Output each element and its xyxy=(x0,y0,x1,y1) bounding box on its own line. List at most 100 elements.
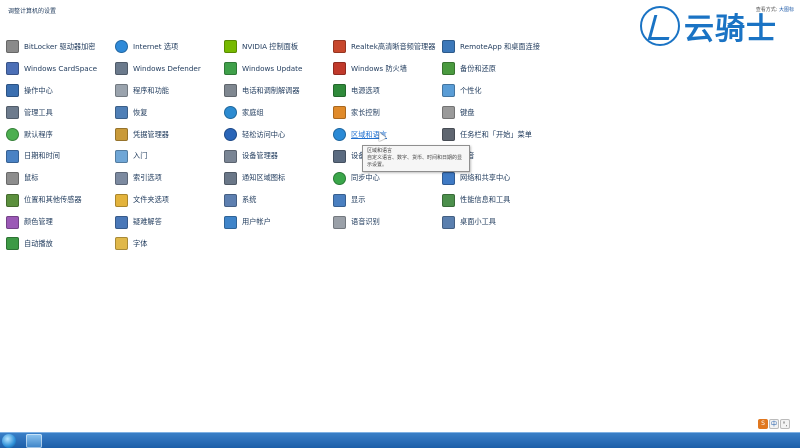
control-panel-item-label: BitLocker 驱动器加密 xyxy=(24,41,96,51)
taskbar xyxy=(0,432,800,448)
ease-access-icon xyxy=(224,128,237,141)
keyboard-icon xyxy=(442,106,455,120)
control-panel-item[interactable]: 家长控制 xyxy=(333,102,442,124)
control-panel-item[interactable]: 索引选项 xyxy=(115,167,224,189)
control-panel-item[interactable]: 位置和其他传感器 xyxy=(6,189,115,211)
control-panel-item[interactable]: 操作中心 xyxy=(6,80,115,102)
control-panel-item-label: 电源选项 xyxy=(351,85,380,95)
control-panel-item[interactable]: 入门 xyxy=(115,145,224,167)
control-panel-item[interactable]: 电源选项 xyxy=(333,80,442,102)
start-button[interactable] xyxy=(2,434,16,448)
ime-chinese-mode[interactable]: 中 xyxy=(769,419,779,429)
ime-s-icon[interactable]: S xyxy=(758,419,768,429)
phone-icon xyxy=(224,84,237,98)
control-panel-item-label: 位置和其他传感器 xyxy=(24,195,82,205)
sync-icon xyxy=(333,171,346,185)
control-panel-item[interactable]: 语音识别 xyxy=(333,211,442,233)
control-panel-item-label: 设备管理器 xyxy=(242,151,278,161)
control-panel-item[interactable]: 备份和还原 xyxy=(442,58,551,80)
globe-icon xyxy=(115,40,128,54)
tooltip: 区域和语言 自定义语言、数字、货币、时间和日期的显示设置。 xyxy=(362,145,470,172)
device-manager-icon xyxy=(224,149,237,163)
getting-started-icon xyxy=(115,149,128,163)
control-panel-item-label: 系统 xyxy=(242,195,257,205)
control-panel-item[interactable]: 显示 xyxy=(333,189,442,211)
index-icon xyxy=(115,171,128,185)
control-panel-item[interactable]: Windows CardSpace xyxy=(6,58,115,80)
control-panel-item[interactable]: 家庭组 xyxy=(224,102,333,124)
control-panel-item-label: 索引选项 xyxy=(133,173,162,183)
control-panel-item[interactable]: 自动播放 xyxy=(6,233,115,255)
control-panel-item-label: 鼠标 xyxy=(24,173,39,183)
control-panel-item-label: NVIDIA 控制面板 xyxy=(242,41,299,51)
control-panel-item[interactable]: 管理工具 xyxy=(6,102,115,124)
control-panel-item[interactable]: 凭据管理器 xyxy=(115,124,224,146)
control-panel-item[interactable]: 个性化 xyxy=(442,80,551,102)
control-panel-item[interactable]: 日期和时间 xyxy=(6,145,115,167)
control-panel-item[interactable]: 区域和语言 xyxy=(333,124,442,146)
watermark: 云骑士 xyxy=(640,4,777,48)
control-panel-item[interactable]: 用户帐户 xyxy=(224,211,333,233)
control-panel-item[interactable]: 任务栏和「开始」菜单 xyxy=(442,124,551,146)
control-panel-item[interactable]: 键盘 xyxy=(442,102,551,124)
control-panel-item[interactable]: 鼠标 xyxy=(6,167,115,189)
update-icon xyxy=(224,62,237,76)
homegroup-icon xyxy=(224,106,237,120)
control-panel-item[interactable]: RemoteApp 和桌面连接 xyxy=(442,36,551,58)
control-panel-item-label: 颜色管理 xyxy=(24,217,53,227)
control-panel-item[interactable]: Windows Update xyxy=(224,58,333,80)
tooltip-title: 区域和语言 xyxy=(367,148,393,154)
control-panel-item[interactable]: 程序和功能 xyxy=(115,80,224,102)
control-panel-item-label: 操作中心 xyxy=(24,85,53,95)
control-panel-item-label: 通知区域图标 xyxy=(242,173,286,183)
control-panel-item-label: 键盘 xyxy=(460,107,475,117)
firewall-icon xyxy=(333,62,346,76)
control-panel-item[interactable]: 通知区域图标 xyxy=(224,167,333,189)
control-panel-item[interactable]: Internet 选项 xyxy=(115,36,224,58)
default-programs-icon xyxy=(6,128,19,141)
control-panel-item-label: Windows Defender xyxy=(133,64,201,74)
programs-icon xyxy=(115,84,128,98)
control-panel-item-label: 恢复 xyxy=(133,107,148,117)
control-panel-item-label: Internet 选项 xyxy=(133,41,179,51)
control-panel-item[interactable]: 恢复 xyxy=(115,102,224,124)
control-panel-item[interactable]: NVIDIA 控制面板 xyxy=(224,36,333,58)
control-panel-item[interactable]: 性能信息和工具 xyxy=(442,189,551,211)
control-panel-item[interactable]: Windows Defender xyxy=(115,58,224,80)
control-panel-item-label: 家庭组 xyxy=(242,107,264,117)
ime-punctuation-mode[interactable]: °, xyxy=(780,419,790,429)
backup-icon xyxy=(442,62,455,76)
control-panel-item-label: 字体 xyxy=(133,238,148,248)
personalize-icon xyxy=(442,84,455,98)
mouse-icon xyxy=(6,171,19,185)
control-panel-item-label: 性能信息和工具 xyxy=(460,195,511,205)
power-icon xyxy=(333,84,346,98)
control-panel-item-label: 凭据管理器 xyxy=(133,129,169,139)
control-panel-item-label: 语音识别 xyxy=(351,217,380,227)
control-panel-item[interactable]: BitLocker 驱动器加密 xyxy=(6,36,115,58)
control-panel-item[interactable]: Windows 防火墙 xyxy=(333,58,442,80)
control-panel-item-label: Windows 防火墙 xyxy=(351,63,407,73)
taskbar-control-panel-button[interactable] xyxy=(26,434,42,448)
control-panel-item[interactable]: 默认程序 xyxy=(6,124,115,146)
control-panel-item[interactable]: 疑难解答 xyxy=(115,211,224,233)
view-by-dropdown[interactable]: 大图标 xyxy=(779,7,794,13)
control-panel-item[interactable]: 系统 xyxy=(224,189,333,211)
control-panel-item-label: 任务栏和「开始」菜单 xyxy=(460,129,532,139)
control-panel-item[interactable]: 轻松访问中心 xyxy=(224,124,333,146)
control-panel-item[interactable]: 电话和调制解调器 xyxy=(224,80,333,102)
tooltip-body: 自定义语言、数字、货币、时间和日期的显示设置。 xyxy=(367,155,463,168)
ime-toolbar[interactable]: S 中 °, xyxy=(758,419,790,429)
control-panel-item[interactable]: 字体 xyxy=(115,233,224,255)
control-panel-item-label: 疑难解答 xyxy=(133,217,162,227)
control-panel-item-label: 电话和调制解调器 xyxy=(242,85,300,95)
control-panel-item-label: 网络和共享中心 xyxy=(460,173,511,183)
control-panel-item-label: 轻松访问中心 xyxy=(242,129,286,139)
control-panel-item-label: 文件夹选项 xyxy=(133,195,169,205)
control-panel-item[interactable]: 颜色管理 xyxy=(6,211,115,233)
control-panel-item[interactable]: 桌面小工具 xyxy=(442,211,551,233)
control-panel-item[interactable]: 文件夹选项 xyxy=(115,189,224,211)
control-panel-item[interactable]: Realtek高清晰音频管理器 xyxy=(333,36,442,58)
control-panel-item[interactable]: 设备管理器 xyxy=(224,145,333,167)
control-panel-grid: BitLocker 驱动器加密 Internet 选项 NVIDIA 控制面板 Rea… xyxy=(6,36,566,255)
